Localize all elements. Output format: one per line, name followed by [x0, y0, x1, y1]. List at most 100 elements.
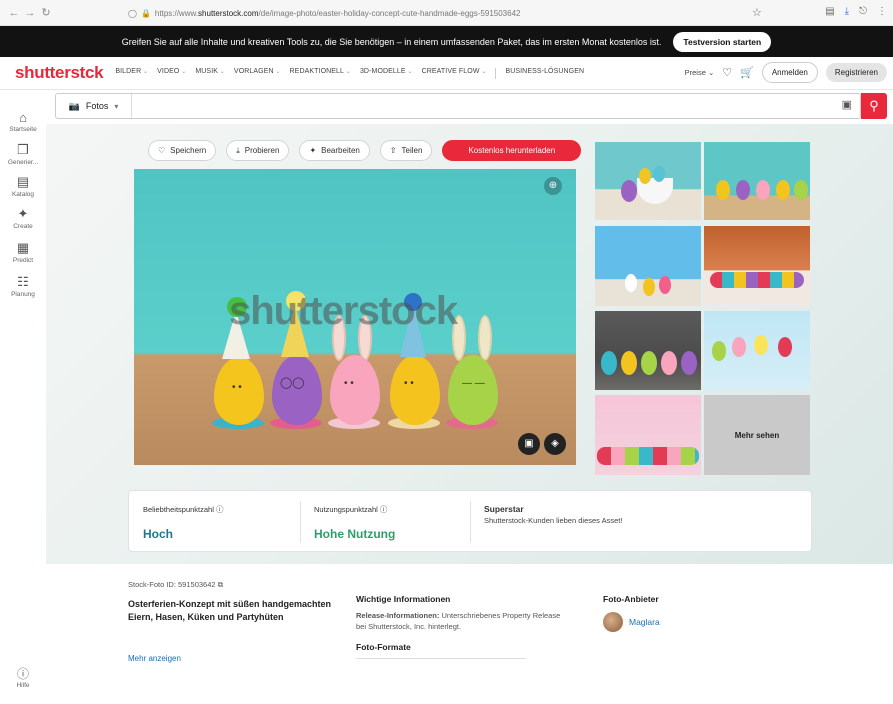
download-icon[interactable]: ⤓ — [845, 6, 849, 17]
sidebar-item-planung[interactable]: ☷ Planung — [0, 274, 46, 298]
sidebar-item-startseite[interactable]: ⌂ Startseite — [0, 110, 46, 133]
related-thumbnail[interactable] — [595, 142, 701, 220]
logo[interactable]: shutterstck — [15, 63, 104, 83]
menu-icon[interactable]: ⋮ — [877, 6, 887, 17]
address-bar[interactable]: ◯ 🔒 https://www.shutterstock.com/de/imag… — [128, 5, 758, 22]
try-button[interactable]: ⤓ Probieren — [226, 140, 290, 161]
sidebar-item-label: Katalog — [11, 191, 35, 198]
image-search-icon[interactable]: ▣ — [842, 98, 852, 111]
extensions-icon[interactable]: ⎋ — [859, 6, 867, 17]
bunny-face: • • — [344, 378, 354, 389]
visual-search-icon[interactable]: ◈ — [544, 433, 566, 455]
reload-icon[interactable]: ↻ — [38, 6, 54, 19]
forward-icon[interactable]: → — [22, 7, 38, 19]
related-thumbnail[interactable] — [704, 142, 810, 220]
egg — [641, 351, 657, 375]
asset-title: Osterferien-Konzept mit süßen handgemach… — [128, 599, 332, 622]
egg — [794, 180, 808, 200]
sidebar-item-hilfe[interactable]: ⓘ Hilfe — [0, 665, 46, 689]
url-host: shutterstock.com — [198, 9, 259, 18]
try-label: Probieren — [244, 146, 280, 155]
sidebar-item-create[interactable]: ✦ Create — [0, 206, 46, 230]
asset-details: Stock-Foto ID: 591503642 ⧉ Osterferien-K… — [128, 580, 338, 663]
formats-heading: Foto-Formate — [356, 642, 411, 652]
edit-button[interactable]: ✦ Bearbeiten — [299, 140, 370, 161]
more-images-button[interactable]: Mehr sehen — [704, 395, 810, 475]
egg — [681, 351, 697, 375]
login-button[interactable]: Anmelden — [761, 62, 818, 83]
search-icon: ⚲ — [869, 98, 879, 113]
glasses-face: ◯◯ — [280, 377, 305, 389]
search-box: 📷 Fotos ▾ ▣ — [55, 93, 861, 119]
sidebar-item-predict[interactable]: ▦ Predict — [0, 240, 46, 264]
left-sidebar: ⌂ Startseite ❒ Generier... ▤ Katalog ✦ C… — [0, 90, 46, 704]
register-button[interactable]: Registrieren — [825, 63, 887, 82]
chevron-down-icon: ▾ — [114, 101, 119, 111]
cart-icon[interactable]: 🛒 — [740, 66, 754, 79]
sidebar-item-label: Planung — [11, 291, 35, 298]
superstar-label: Superstar — [484, 504, 524, 514]
stock-id-row: Stock-Foto ID: 591503642 ⧉ — [128, 580, 338, 590]
search-input[interactable] — [138, 97, 818, 115]
menu-item-musik[interactable]: MUSIK — [195, 68, 225, 79]
save-button[interactable]: ♡ Speichern — [148, 140, 217, 161]
download-arrow-icon: ⤓ — [236, 145, 240, 155]
watermark: shutterstock — [229, 289, 458, 333]
back-icon[interactable]: ← — [6, 7, 22, 19]
top-navigation: shutterstck BILDER VIDEO MUSIK VORLAGEN … — [0, 57, 893, 90]
usage-stat: Nutzungspunktzahl ⓘ Hohe Nutzung — [300, 491, 470, 553]
menu-item-business[interactable]: BUSINESS-LÖSUNGEN — [505, 68, 584, 79]
reader-icon[interactable]: ▤ — [825, 6, 834, 17]
related-thumbnail[interactable] — [595, 226, 701, 306]
zoom-icon[interactable]: ⊕ — [544, 177, 562, 195]
browser-toolbar: ← → ↻ ◯ 🔒 https://www.shutterstock.com/d… — [0, 0, 893, 26]
crop-icon[interactable]: ▣ — [518, 433, 540, 455]
egg — [621, 180, 637, 202]
pricing-menu[interactable]: Preise ⌄ — [685, 68, 715, 77]
purple-egg — [272, 355, 322, 425]
related-thumbnail[interactable] — [704, 226, 810, 306]
egg — [736, 180, 750, 200]
show-more-link[interactable]: Mehr anzeigen — [128, 654, 338, 663]
egg — [776, 180, 790, 200]
share-button[interactable]: ⇧ Teilen — [379, 140, 433, 161]
search-button[interactable]: ⚲ — [861, 93, 887, 119]
heart-icon[interactable]: ♡ — [722, 66, 732, 79]
trial-button[interactable]: Testversion starten — [673, 31, 772, 52]
egg — [661, 351, 677, 375]
menu-item-redaktionell[interactable]: REDAKTIONELL — [290, 68, 351, 79]
provider-name[interactable]: Maglara — [629, 617, 660, 627]
release-label: Release-Informationen: — [356, 611, 440, 620]
copy-icon[interactable]: ⧉ — [218, 580, 223, 589]
info-icon[interactable]: ⓘ — [216, 505, 224, 514]
info-icon[interactable]: ⓘ — [380, 505, 388, 514]
stock-id: Stock-Foto ID: 591503642 — [128, 580, 216, 589]
help-icon: ⓘ — [16, 667, 29, 681]
sidebar-item-generieren[interactable]: ❒ Generier... — [0, 142, 46, 166]
provider-row[interactable]: Maglara — [603, 612, 753, 632]
avatar — [603, 612, 623, 632]
download-button[interactable]: Kostenlos herunterladen — [442, 140, 582, 161]
account-nav: Preise ⌄ ♡ 🛒 Anmelden Registrieren — [685, 62, 887, 83]
main-image[interactable]: • • ◯◯ • • • • — — shutterstock ⊕ ▣ ◈ — [134, 169, 576, 465]
related-thumbnail[interactable] — [595, 311, 701, 390]
related-thumbnail[interactable] — [704, 311, 810, 390]
egg — [659, 276, 671, 294]
green-egg — [448, 355, 498, 425]
more-label: Mehr sehen — [734, 430, 780, 440]
menu-item-bilder[interactable]: BILDER — [115, 68, 148, 79]
popularity-stat: Beliebtheitspunktzahl ⓘ Hoch — [129, 491, 299, 553]
menu-item-vorlagen[interactable]: VORLAGEN — [234, 68, 281, 79]
bookmark-star-icon[interactable]: ☆ — [752, 6, 762, 19]
menu-item-3d-modelle[interactable]: 3D-MODELLE — [360, 68, 413, 79]
download-label: Kostenlos herunterladen — [468, 146, 556, 155]
sidebar-item-katalog[interactable]: ▤ Katalog — [0, 174, 46, 198]
egg — [754, 335, 768, 355]
formats-table — [356, 658, 526, 662]
related-thumbnail[interactable] — [595, 395, 701, 475]
menu-item-video[interactable]: VIDEO — [157, 68, 186, 79]
media-type-select[interactable]: 📷 Fotos ▾ — [56, 94, 132, 118]
bunny-face: — — — [462, 378, 485, 389]
heart-icon: ♡ — [158, 146, 166, 155]
menu-item-creative-flow[interactable]: CREATIVE FLOW — [422, 68, 487, 79]
